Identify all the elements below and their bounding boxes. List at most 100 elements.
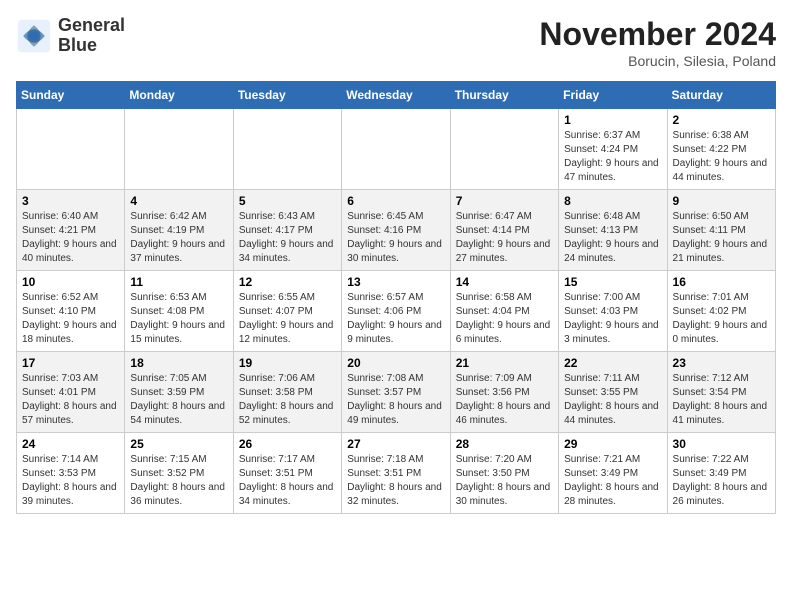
day-number: 16 bbox=[673, 275, 770, 289]
day-number: 9 bbox=[673, 194, 770, 208]
day-info: Sunrise: 7:01 AM Sunset: 4:02 PM Dayligh… bbox=[673, 292, 768, 345]
calendar-cell: 24 Sunrise: 7:14 AM Sunset: 3:53 PM Dayli… bbox=[17, 433, 125, 514]
calendar-cell: 23 Sunrise: 7:12 AM Sunset: 3:54 PM Dayli… bbox=[667, 352, 775, 433]
calendar-cell: 15Sunrise: 7:00 AM Sunset: 4:03 PM Dayli… bbox=[559, 271, 667, 352]
day-number: 21 bbox=[456, 356, 553, 370]
day-info: Sunrise: 6:37 AM Sunset: 4:24 PM Dayligh… bbox=[564, 130, 659, 183]
day-number: 11 bbox=[130, 275, 227, 289]
day-info: Sunrise: 7:14 AM Sunset: 3:53 PM Dayligh… bbox=[22, 454, 117, 507]
day-info: Sunrise: 7:08 AM Sunset: 3:57 PM Dayligh… bbox=[347, 373, 442, 426]
calendar-week-3: 10Sunrise: 6:52 AM Sunset: 4:10 PM Dayli… bbox=[17, 271, 776, 352]
day-info: Sunrise: 7:17 AM Sunset: 3:51 PM Dayligh… bbox=[239, 454, 334, 507]
calendar-cell: 25 Sunrise: 7:15 AM Sunset: 3:52 PM Dayli… bbox=[125, 433, 233, 514]
day-info: Sunrise: 6:50 AM Sunset: 4:11 PM Dayligh… bbox=[673, 211, 768, 264]
day-info: Sunrise: 6:40 AM Sunset: 4:21 PM Dayligh… bbox=[22, 211, 117, 264]
day-number: 26 bbox=[239, 437, 336, 451]
day-header-friday: Friday bbox=[559, 82, 667, 109]
month-title: November 2024 bbox=[539, 16, 776, 53]
day-header-tuesday: Tuesday bbox=[233, 82, 341, 109]
calendar-cell bbox=[342, 109, 450, 190]
calendar-cell: 10Sunrise: 6:52 AM Sunset: 4:10 PM Dayli… bbox=[17, 271, 125, 352]
calendar-cell: 16 Sunrise: 7:01 AM Sunset: 4:02 PM Dayli… bbox=[667, 271, 775, 352]
calendar-cell bbox=[125, 109, 233, 190]
day-number: 18 bbox=[130, 356, 227, 370]
calendar-cell: 30 Sunrise: 7:22 AM Sunset: 3:49 PM Dayli… bbox=[667, 433, 775, 514]
day-info: Sunrise: 7:22 AM Sunset: 3:49 PM Dayligh… bbox=[673, 454, 768, 507]
day-number: 22 bbox=[564, 356, 661, 370]
day-number: 27 bbox=[347, 437, 444, 451]
day-number: 25 bbox=[130, 437, 227, 451]
day-info: Sunrise: 6:57 AM Sunset: 4:06 PM Dayligh… bbox=[347, 292, 442, 345]
day-header-sunday: Sunday bbox=[17, 82, 125, 109]
day-info: Sunrise: 6:55 AM Sunset: 4:07 PM Dayligh… bbox=[239, 292, 334, 345]
day-info: Sunrise: 7:20 AM Sunset: 3:50 PM Dayligh… bbox=[456, 454, 551, 507]
day-number: 5 bbox=[239, 194, 336, 208]
day-info: Sunrise: 6:42 AM Sunset: 4:19 PM Dayligh… bbox=[130, 211, 225, 264]
day-header-wednesday: Wednesday bbox=[342, 82, 450, 109]
day-info: Sunrise: 7:06 AM Sunset: 3:58 PM Dayligh… bbox=[239, 373, 334, 426]
day-info: Sunrise: 7:05 AM Sunset: 3:59 PM Dayligh… bbox=[130, 373, 225, 426]
calendar-cell: 3 Sunrise: 6:40 AM Sunset: 4:21 PM Daylig… bbox=[17, 190, 125, 271]
day-info: Sunrise: 7:12 AM Sunset: 3:54 PM Dayligh… bbox=[673, 373, 768, 426]
day-number: 4 bbox=[130, 194, 227, 208]
calendar-cell: 12 Sunrise: 6:55 AM Sunset: 4:07 PM Dayli… bbox=[233, 271, 341, 352]
logo-icon bbox=[16, 18, 52, 54]
day-number: 6 bbox=[347, 194, 444, 208]
calendar-cell bbox=[450, 109, 558, 190]
calendar-week-1: 1 Sunrise: 6:37 AM Sunset: 4:24 PM Daylig… bbox=[17, 109, 776, 190]
day-info: Sunrise: 7:21 AM Sunset: 3:49 PM Dayligh… bbox=[564, 454, 659, 507]
day-info: Sunrise: 7:11 AM Sunset: 3:55 PM Dayligh… bbox=[564, 373, 659, 426]
day-header-monday: Monday bbox=[125, 82, 233, 109]
day-header-thursday: Thursday bbox=[450, 82, 558, 109]
day-info: Sunrise: 6:58 AM Sunset: 4:04 PM Dayligh… bbox=[456, 292, 551, 345]
calendar-cell: 17 Sunrise: 7:03 AM Sunset: 4:01 PM Dayli… bbox=[17, 352, 125, 433]
day-number: 19 bbox=[239, 356, 336, 370]
calendar-cell: 20 Sunrise: 7:08 AM Sunset: 3:57 PM Dayli… bbox=[342, 352, 450, 433]
calendar-cell: 29 Sunrise: 7:21 AM Sunset: 3:49 PM Dayli… bbox=[559, 433, 667, 514]
calendar-cell: 5 Sunrise: 6:43 AM Sunset: 4:17 PM Daylig… bbox=[233, 190, 341, 271]
day-number: 15 bbox=[564, 275, 661, 289]
day-number: 24 bbox=[22, 437, 119, 451]
day-info: Sunrise: 6:45 AM Sunset: 4:16 PM Dayligh… bbox=[347, 211, 442, 264]
calendar-cell: 27 Sunrise: 7:18 AM Sunset: 3:51 PM Dayli… bbox=[342, 433, 450, 514]
day-info: Sunrise: 7:18 AM Sunset: 3:51 PM Dayligh… bbox=[347, 454, 442, 507]
calendar-cell: 14 Sunrise: 6:58 AM Sunset: 4:04 PM Dayli… bbox=[450, 271, 558, 352]
calendar-cell: 7Sunrise: 6:47 AM Sunset: 4:14 PM Daylig… bbox=[450, 190, 558, 271]
calendar-cell: 2 Sunrise: 6:38 AM Sunset: 4:22 PM Daylig… bbox=[667, 109, 775, 190]
day-info: Sunrise: 6:38 AM Sunset: 4:22 PM Dayligh… bbox=[673, 130, 768, 183]
calendar-cell: 6 Sunrise: 6:45 AM Sunset: 4:16 PM Daylig… bbox=[342, 190, 450, 271]
location-subtitle: Borucin, Silesia, Poland bbox=[539, 53, 776, 69]
calendar-cell: 13 Sunrise: 6:57 AM Sunset: 4:06 PM Dayli… bbox=[342, 271, 450, 352]
day-number: 2 bbox=[673, 113, 770, 127]
day-info: Sunrise: 7:03 AM Sunset: 4:01 PM Dayligh… bbox=[22, 373, 117, 426]
calendar-cell: 26 Sunrise: 7:17 AM Sunset: 3:51 PM Dayli… bbox=[233, 433, 341, 514]
calendar-table: SundayMondayTuesdayWednesdayThursdayFrid… bbox=[16, 81, 776, 514]
calendar-cell: 4 Sunrise: 6:42 AM Sunset: 4:19 PM Daylig… bbox=[125, 190, 233, 271]
day-number: 29 bbox=[564, 437, 661, 451]
day-number: 23 bbox=[673, 356, 770, 370]
day-info: Sunrise: 6:52 AM Sunset: 4:10 PM Dayligh… bbox=[22, 292, 117, 345]
day-number: 30 bbox=[673, 437, 770, 451]
day-info: Sunrise: 7:15 AM Sunset: 3:52 PM Dayligh… bbox=[130, 454, 225, 507]
day-number: 14 bbox=[456, 275, 553, 289]
logo: General Blue bbox=[16, 16, 125, 56]
calendar-cell: 19 Sunrise: 7:06 AM Sunset: 3:58 PM Dayli… bbox=[233, 352, 341, 433]
calendar-cell bbox=[17, 109, 125, 190]
day-info: Sunrise: 6:53 AM Sunset: 4:08 PM Dayligh… bbox=[130, 292, 225, 345]
day-number: 20 bbox=[347, 356, 444, 370]
calendar-cell: 18 Sunrise: 7:05 AM Sunset: 3:59 PM Dayli… bbox=[125, 352, 233, 433]
day-number: 1 bbox=[564, 113, 661, 127]
day-number: 3 bbox=[22, 194, 119, 208]
day-number: 17 bbox=[22, 356, 119, 370]
day-number: 28 bbox=[456, 437, 553, 451]
day-info: Sunrise: 6:48 AM Sunset: 4:13 PM Dayligh… bbox=[564, 211, 659, 264]
day-info: Sunrise: 6:43 AM Sunset: 4:17 PM Dayligh… bbox=[239, 211, 334, 264]
day-info: Sunrise: 7:09 AM Sunset: 3:56 PM Dayligh… bbox=[456, 373, 551, 426]
day-number: 12 bbox=[239, 275, 336, 289]
day-number: 13 bbox=[347, 275, 444, 289]
calendar-cell: 28 Sunrise: 7:20 AM Sunset: 3:50 PM Dayli… bbox=[450, 433, 558, 514]
calendar-body: 1 Sunrise: 6:37 AM Sunset: 4:24 PM Daylig… bbox=[17, 109, 776, 514]
calendar-week-4: 17 Sunrise: 7:03 AM Sunset: 4:01 PM Dayli… bbox=[17, 352, 776, 433]
day-header-saturday: Saturday bbox=[667, 82, 775, 109]
calendar-cell: 8Sunrise: 6:48 AM Sunset: 4:13 PM Daylig… bbox=[559, 190, 667, 271]
